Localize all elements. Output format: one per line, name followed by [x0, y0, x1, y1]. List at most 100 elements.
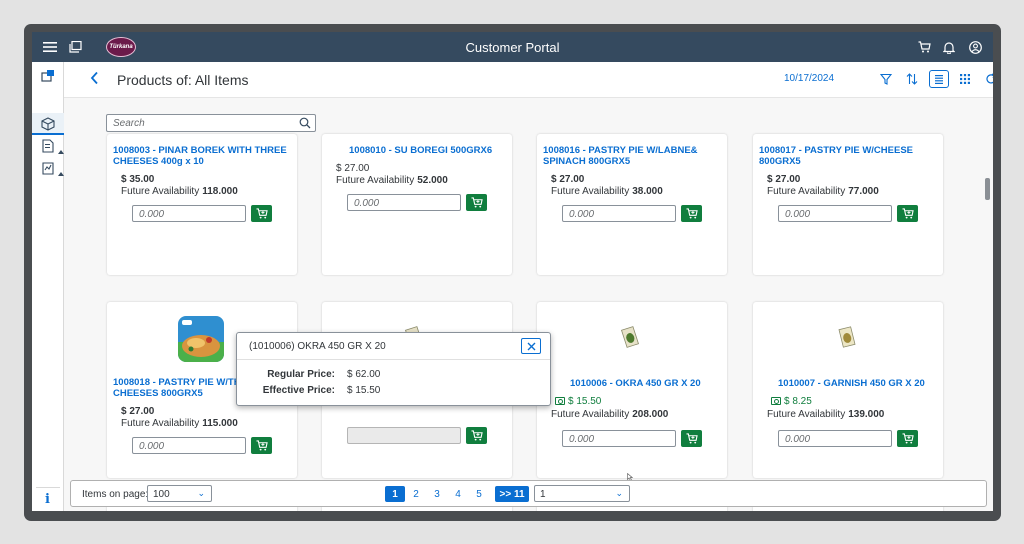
pagination-bar: Items on page: 100 ⌄ 1 2 3 4 5 >> 11 1 ⌄ — [70, 480, 987, 507]
quantity-input[interactable]: 0.000 — [132, 437, 246, 454]
sort-icon[interactable] — [902, 70, 922, 88]
quantity-input[interactable]: 0.000 — [778, 430, 892, 447]
search-input[interactable]: Search — [106, 114, 316, 132]
add-to-cart-button[interactable] — [897, 430, 918, 447]
add-to-cart-button[interactable] — [897, 205, 918, 222]
add-to-cart-button[interactable] — [466, 427, 487, 444]
refresh-icon[interactable] — [981, 70, 993, 88]
product-availability: Future Availability 139.000 — [767, 409, 885, 420]
nav-divider — [36, 487, 60, 488]
regular-price-value: $ 62.00 — [347, 369, 381, 380]
cart-icon — [471, 430, 483, 441]
product-title[interactable]: 1008010 - SU BOREGI 500GRX6 — [349, 145, 492, 156]
cart-icon — [686, 433, 698, 444]
page-header: Products of: All Items 10/17/2024 — [64, 62, 993, 98]
product-card[interactable]: 1008010 - SU BOREGI 500GRX6 $ 27.00 Futu… — [322, 134, 512, 275]
filter-icon[interactable] — [876, 70, 896, 88]
nav-reports-icon[interactable] — [40, 160, 56, 176]
last-page-button[interactable]: >> 11 — [495, 486, 529, 502]
product-image[interactable] — [178, 316, 224, 362]
items-per-page-select[interactable]: 100 ⌄ — [147, 485, 212, 502]
popover-divider — [237, 359, 550, 360]
cart-icon — [256, 440, 268, 451]
quantity-input[interactable]: 0.000 — [132, 205, 246, 222]
product-price: $ 27.00 — [121, 406, 155, 417]
quantity-input[interactable]: 0.000 — [778, 205, 892, 222]
app-title: Customer Portal — [465, 40, 560, 55]
quantity-input[interactable]: 0.000 — [562, 430, 676, 447]
app-screen: Türkana Customer Portal i Products of: A… — [32, 32, 993, 511]
product-price: $ 15.50 — [555, 396, 601, 407]
page-select[interactable]: 1 ⌄ — [534, 485, 630, 502]
money-icon — [555, 397, 565, 405]
list-view-icon[interactable] — [929, 70, 949, 88]
regular-price-label: Regular Price: — [267, 369, 335, 380]
page-3-button[interactable]: 3 — [428, 486, 446, 502]
product-availability: Future Availability 118.000 — [121, 186, 238, 197]
page-1-button[interactable]: 1 — [385, 486, 405, 502]
add-to-cart-button[interactable] — [681, 205, 702, 222]
product-title[interactable]: 1008003 - PINAR BOREK WITH THREE CHEESES … — [113, 145, 287, 167]
search-placeholder: Search — [113, 118, 145, 129]
product-title[interactable]: 1008016 - PASTRY PIE W/LABNE& SPINACH 800… — [543, 145, 698, 167]
back-icon[interactable] — [90, 71, 99, 90]
product-grid: Search 1008003 - PINAR BOREK WITH THREE C… — [64, 98, 993, 511]
page-5-button[interactable]: 5 — [470, 486, 488, 502]
nav-products-icon[interactable] — [40, 116, 56, 132]
product-card[interactable]: 1008003 - PINAR BOREK WITH THREE CHEESES … — [107, 134, 297, 275]
bell-icon[interactable] — [941, 39, 957, 55]
product-price: $ 35.00 — [121, 174, 155, 185]
search-icon[interactable] — [299, 117, 311, 129]
product-price: $ 27.00 — [336, 163, 370, 174]
money-icon — [771, 397, 781, 405]
cart-icon — [256, 208, 268, 219]
close-button[interactable] — [521, 338, 541, 354]
product-availability: Future Availability 115.000 — [121, 418, 238, 429]
product-availability: Future Availability 208.000 — [551, 409, 669, 420]
cart-icon — [902, 208, 914, 219]
close-icon — [527, 342, 535, 350]
product-card[interactable]: 1010006 - OKRA 450 GR X 20 $ 15.50 Futur… — [537, 302, 727, 481]
cart-icon[interactable] — [916, 39, 932, 55]
cart-icon — [686, 208, 698, 219]
popover-title: (1010006) OKRA 450 GR X 20 — [249, 341, 386, 352]
user-icon[interactable] — [967, 39, 983, 55]
cart-icon — [902, 433, 914, 444]
product-title[interactable]: 1008017 - PASTRY PIE W/CHEESE 800GRX5 — [759, 145, 913, 167]
product-image[interactable] — [838, 326, 856, 348]
add-to-cart-button[interactable] — [251, 205, 272, 222]
date-link[interactable]: 10/17/2024 — [784, 73, 834, 84]
nav-documents-icon[interactable] — [40, 138, 56, 154]
product-card[interactable]: 1010007 - GARNISH 450 GR X 20 $ 8.25 Fut… — [753, 302, 943, 478]
chevron-down-icon: ⌄ — [615, 488, 623, 498]
product-availability: Future Availability 38.000 — [551, 186, 663, 197]
nav-orders-icon[interactable] — [40, 68, 56, 84]
effective-price-value: $ 15.50 — [347, 385, 381, 396]
vertical-scrollbar[interactable] — [985, 178, 990, 200]
add-to-cart-button[interactable] — [251, 437, 272, 454]
add-to-cart-button[interactable] — [681, 430, 702, 447]
quantity-input[interactable]: 0.000 — [562, 205, 676, 222]
product-title[interactable]: 1010007 - GARNISH 450 GR X 20 — [778, 378, 925, 389]
page-2-button[interactable]: 2 — [407, 486, 425, 502]
shell-bar: Türkana Customer Portal — [32, 32, 993, 62]
add-to-cart-button[interactable] — [466, 194, 487, 211]
product-image[interactable] — [621, 326, 639, 348]
page-title: Products of: All Items — [117, 72, 249, 88]
grid-view-icon[interactable] — [955, 70, 975, 88]
product-price: $ 27.00 — [767, 174, 801, 185]
product-title[interactable]: 1008018 - PASTRY PIE W/THE CHEESES 800GRX… — [113, 377, 247, 399]
info-icon[interactable]: i — [45, 492, 50, 507]
page-4-button[interactable]: 4 — [449, 486, 467, 502]
product-price: $ 27.00 — [551, 174, 585, 185]
effective-price-label: Effective Price: — [262, 385, 335, 396]
quantity-input[interactable]: 0.000 — [347, 194, 461, 211]
product-card[interactable]: 1008016 - PASTRY PIE W/LABNE& SPINACH 800… — [537, 134, 727, 275]
product-card[interactable]: 1008017 - PASTRY PIE W/CHEESE 800GRX5 $ 2… — [753, 134, 943, 275]
side-navigation — [32, 62, 64, 511]
product-title[interactable]: 1010006 - OKRA 450 GR X 20 — [570, 378, 701, 389]
items-per-page-label: Items on page: — [82, 489, 149, 500]
mouse-cursor — [627, 472, 634, 481]
chevron-down-icon: ⌄ — [197, 488, 205, 498]
product-price: $ 8.25 — [771, 396, 812, 407]
